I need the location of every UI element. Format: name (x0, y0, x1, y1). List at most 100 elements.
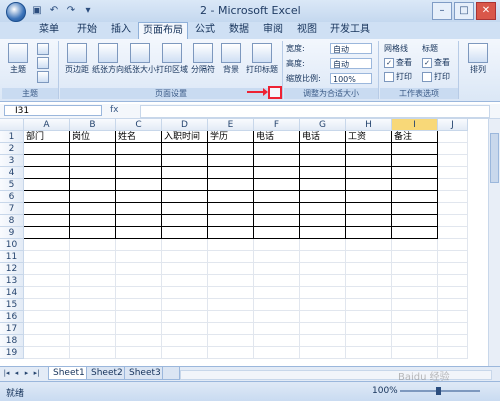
cell-i1[interactable]: 备注 (392, 131, 438, 143)
margins-button[interactable]: 页边距 (62, 41, 92, 75)
office-button[interactable] (6, 2, 26, 22)
cell-f18[interactable] (254, 335, 300, 347)
cell-b7[interactable] (70, 203, 116, 215)
cell-f4[interactable] (254, 167, 300, 179)
width-combo[interactable]: 自动 (330, 43, 372, 54)
cell-a1[interactable]: 部门 (24, 131, 70, 143)
next-sheet-icon[interactable]: ▸ (22, 369, 31, 378)
cell-j13[interactable] (438, 275, 468, 287)
page-setup-dialog-launcher-icon[interactable] (268, 86, 282, 99)
cell-j8[interactable] (438, 215, 468, 227)
row-header-10[interactable]: 10 (0, 239, 24, 251)
customize-qat-icon[interactable]: ▾ (81, 4, 95, 18)
cell-g8[interactable] (300, 215, 346, 227)
cell-c15[interactable] (116, 299, 162, 311)
cell-g9[interactable] (300, 227, 346, 239)
cell-a17[interactable] (24, 323, 70, 335)
cell-e13[interactable] (208, 275, 254, 287)
tab-developer[interactable]: 开发工具 (326, 22, 374, 38)
cell-j7[interactable] (438, 203, 468, 215)
cell-i10[interactable] (392, 239, 438, 251)
cell-g10[interactable] (300, 239, 346, 251)
print-area-button[interactable]: 打印区域 (156, 41, 188, 75)
scale-spinner[interactable]: 100% (330, 73, 372, 84)
tab-page-layout[interactable]: 页面布局 (138, 22, 188, 39)
cell-d7[interactable] (162, 203, 208, 215)
cell-e9[interactable] (208, 227, 254, 239)
sheet-tab-1[interactable]: Sheet1 (48, 367, 90, 380)
row-header-5[interactable]: 5 (0, 179, 24, 191)
cell-f19[interactable] (254, 347, 300, 359)
cell-a10[interactable] (24, 239, 70, 251)
cell-e8[interactable] (208, 215, 254, 227)
cell-g18[interactable] (300, 335, 346, 347)
cell-d12[interactable] (162, 263, 208, 275)
formula-input[interactable] (140, 105, 490, 118)
cell-h8[interactable] (346, 215, 392, 227)
cell-e10[interactable] (208, 239, 254, 251)
cell-b11[interactable] (70, 251, 116, 263)
column-header-a[interactable]: A (24, 119, 70, 131)
row-header-13[interactable]: 13 (0, 275, 24, 287)
cell-h6[interactable] (346, 191, 392, 203)
cell-j17[interactable] (438, 323, 468, 335)
cell-d19[interactable] (162, 347, 208, 359)
cell-b4[interactable] (70, 167, 116, 179)
cell-h9[interactable] (346, 227, 392, 239)
redo-icon[interactable]: ↷ (64, 4, 78, 18)
cell-g13[interactable] (300, 275, 346, 287)
theme-button[interactable]: 主题 (8, 41, 28, 75)
effects-icon[interactable] (36, 69, 50, 84)
column-header-e[interactable]: E (208, 119, 254, 131)
cell-h14[interactable] (346, 287, 392, 299)
cell-g1[interactable]: 电话 (300, 131, 346, 143)
cell-i18[interactable] (392, 335, 438, 347)
cell-a12[interactable] (24, 263, 70, 275)
cell-b10[interactable] (70, 239, 116, 251)
row-header-11[interactable]: 11 (0, 251, 24, 263)
cell-g14[interactable] (300, 287, 346, 299)
cell-d3[interactable] (162, 155, 208, 167)
cell-e16[interactable] (208, 311, 254, 323)
cell-b12[interactable] (70, 263, 116, 275)
cell-f15[interactable] (254, 299, 300, 311)
row-header-12[interactable]: 12 (0, 263, 24, 275)
cell-j3[interactable] (438, 155, 468, 167)
first-sheet-icon[interactable]: |◂ (2, 369, 11, 378)
cell-i4[interactable] (392, 167, 438, 179)
row-header-16[interactable]: 16 (0, 311, 24, 323)
column-header-g[interactable]: G (300, 119, 346, 131)
cell-f12[interactable] (254, 263, 300, 275)
cell-j19[interactable] (438, 347, 468, 359)
undo-icon[interactable]: ↶ (47, 4, 61, 18)
cell-e11[interactable] (208, 251, 254, 263)
cell-h7[interactable] (346, 203, 392, 215)
cell-h12[interactable] (346, 263, 392, 275)
gridlines-view-checkbox[interactable]: ✓ (384, 57, 394, 68)
cell-h18[interactable] (346, 335, 392, 347)
row-header-19[interactable]: 19 (0, 347, 24, 359)
cell-j15[interactable] (438, 299, 468, 311)
column-header-b[interactable]: B (70, 119, 116, 131)
cell-h15[interactable] (346, 299, 392, 311)
cell-a6[interactable] (24, 191, 70, 203)
cell-d15[interactable] (162, 299, 208, 311)
cell-e3[interactable] (208, 155, 254, 167)
cell-c2[interactable] (116, 143, 162, 155)
fonts-icon[interactable] (36, 55, 50, 70)
cell-d4[interactable] (162, 167, 208, 179)
zoom-level[interactable]: 100% (372, 386, 398, 396)
cell-i11[interactable] (392, 251, 438, 263)
tab-formulas[interactable]: 公式 (190, 22, 220, 38)
cell-f7[interactable] (254, 203, 300, 215)
cell-f3[interactable] (254, 155, 300, 167)
cell-f8[interactable] (254, 215, 300, 227)
cell-i15[interactable] (392, 299, 438, 311)
cell-c10[interactable] (116, 239, 162, 251)
cell-i6[interactable] (392, 191, 438, 203)
scroll-thumb[interactable] (490, 133, 499, 183)
arrange-button[interactable]: 排列 (466, 41, 490, 75)
cell-a3[interactable] (24, 155, 70, 167)
cell-g2[interactable] (300, 143, 346, 155)
cell-h4[interactable] (346, 167, 392, 179)
